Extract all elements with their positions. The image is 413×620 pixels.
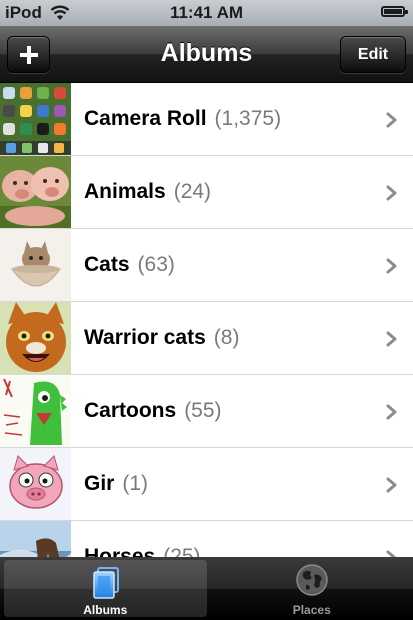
album-row-cats[interactable]: Cats (63) <box>0 229 413 302</box>
album-count: (1,375) <box>214 107 282 130</box>
album-count: (25) <box>163 545 201 557</box>
chevron-right-icon <box>386 404 397 420</box>
album-row-camera-roll[interactable]: Camera Roll (1,375) <box>0 83 413 156</box>
chevron-right-icon <box>386 331 397 347</box>
album-count: (24) <box>173 180 212 203</box>
status-bar: iPod 11:41 AM <box>0 0 413 26</box>
album-row-horses[interactable]: Horses (25) <box>0 521 413 557</box>
album-title: Animals (24) <box>84 180 211 204</box>
album-name: Horses <box>84 545 156 557</box>
pink-pig-thumbnail <box>0 448 71 520</box>
albums-icon <box>93 567 120 599</box>
album-row-cartoons[interactable]: Cartoons (55) <box>0 375 413 448</box>
album-count: (63) <box>137 253 175 276</box>
album-count: (1) <box>122 472 149 495</box>
album-title: Gir (1) <box>84 472 148 496</box>
chevron-right-icon <box>386 477 397 493</box>
battery-full-icon <box>381 6 408 17</box>
status-time: 11:41 AM <box>169 3 244 22</box>
tab-label: Albums <box>83 603 128 617</box>
album-title: Cartoons (55) <box>84 399 222 423</box>
album-row-warrior-cats[interactable]: Warrior cats (8) <box>0 302 413 375</box>
album-name: Gir <box>84 472 115 495</box>
album-name: Warrior cats <box>84 326 206 349</box>
globe-icon <box>296 564 328 596</box>
album-name: Camera Roll <box>84 107 207 130</box>
album-name: Animals <box>84 180 166 203</box>
chevron-right-icon <box>386 112 397 128</box>
green-dinosaur-thumbnail <box>0 375 71 447</box>
tab-places[interactable]: Places <box>211 557 413 620</box>
chevron-right-icon <box>386 258 397 274</box>
kitten-bowl-thumbnail <box>0 229 71 301</box>
chevron-right-icon <box>386 185 397 201</box>
tab-label: Places <box>292 603 331 617</box>
album-title: Warrior cats (8) <box>84 326 239 350</box>
tab-albums[interactable]: Albums <box>4 560 207 617</box>
album-name: Cats <box>84 253 130 276</box>
album-title: Cats (63) <box>84 253 175 277</box>
pigs-thumbnail <box>0 156 71 228</box>
navigation-bar: Albums Edit <box>0 26 413 83</box>
edit-button[interactable]: Edit <box>340 36 406 73</box>
cartoon-cat-thumbnail <box>0 302 71 374</box>
chevron-right-icon <box>386 550 397 557</box>
album-row-gir[interactable]: Gir (1) <box>0 448 413 521</box>
album-title: Horses (25) <box>84 545 201 557</box>
album-row-animals[interactable]: Animals (24) <box>0 156 413 229</box>
home-screen-thumbnail <box>0 83 71 155</box>
album-title: Camera Roll (1,375) <box>84 107 281 131</box>
album-name: Cartoons <box>84 399 177 422</box>
album-count: (55) <box>184 399 222 422</box>
album-count: (8) <box>213 326 240 349</box>
tab-bar: Albums Places <box>0 557 413 620</box>
album-list: Camera Roll (1,375) Animals (24) Cats (6… <box>0 83 413 557</box>
horse-thumbnail <box>0 521 71 557</box>
